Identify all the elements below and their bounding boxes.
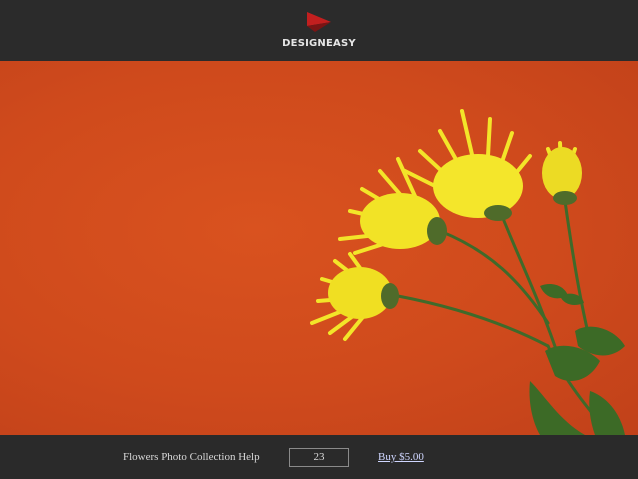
yellow-flower [338,157,447,255]
yellow-flower-bud [542,141,582,205]
yellow-flower [310,252,399,341]
logo-flag-icon [307,12,331,32]
footer-bar: Flowers Photo Collection Help 23 Buy $5.… [0,435,638,479]
flower-illustration [310,109,625,435]
brand-name: DESIGNEASY [282,38,356,49]
flower-photo [0,61,638,435]
buy-link[interactable]: Buy $5.00 [378,451,424,463]
top-header-bar: DESIGNEASY [0,0,638,61]
help-link[interactable]: Flowers Photo Collection Help [123,451,260,463]
count-field[interactable]: 23 [289,448,349,467]
